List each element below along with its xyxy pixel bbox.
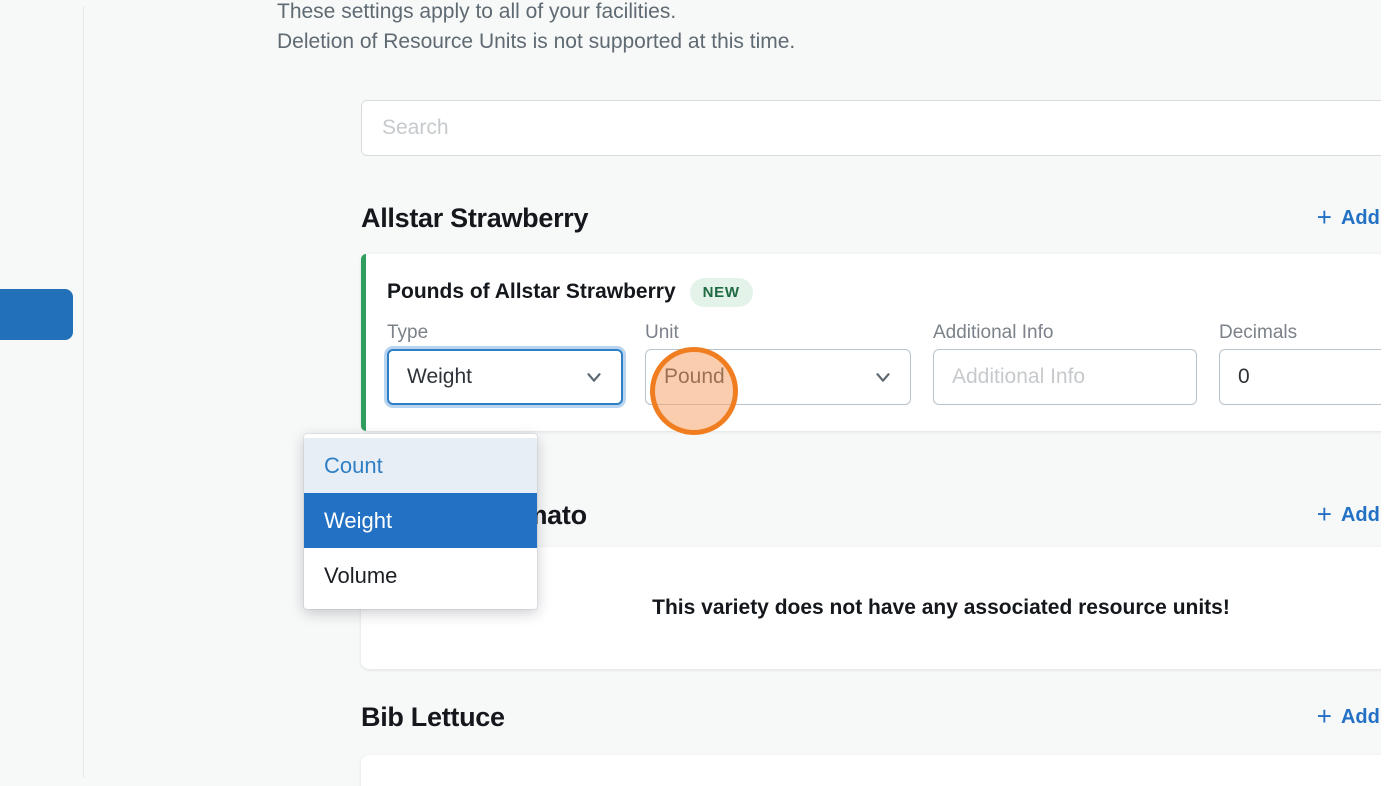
decimals-input[interactable]: 0 [1219,349,1381,405]
app-root: These settings apply to all of your faci… [0,0,1400,786]
search-field-wrapper [361,100,1381,156]
add-resource-unit-button-allstar-strawberry[interactable]: + Add Resource Unit [1316,202,1381,232]
variety-header-bib-lettuce: Bib Lettuce + Add Resource Unit [361,697,1381,737]
variety-title: Bib Lettuce [361,701,505,732]
sidebar-active-indicator[interactable] [0,289,73,340]
field-decimals: Decimals 0 [1219,322,1381,405]
dropdown-option-volume[interactable]: Volume [304,548,537,603]
add-resource-unit-button-bib-lettuce[interactable]: + Add Resource Unit [1316,701,1381,731]
sidebar-rail [0,6,84,778]
main-content: These settings apply to all of your faci… [84,0,1381,786]
intro-text: These settings apply to all of your faci… [277,0,1277,57]
variety-title: Allstar Strawberry [361,202,589,233]
type-select-value: Weight [407,365,472,388]
field-label-type: Type [387,322,429,343]
resource-unit-card-body: Pounds of Allstar Strawberry NEW Type We… [361,254,1381,431]
type-select[interactable]: Weight [387,349,623,405]
chevron-down-icon [583,366,605,388]
unit-select[interactable]: Pound [645,349,911,405]
add-resource-unit-label: Add Resource Unit [1340,206,1381,229]
field-type: Type Weight [387,322,623,405]
search-input[interactable] [361,100,1381,156]
field-label-decimals: Decimals [1219,322,1298,343]
dropdown-option-count[interactable]: Count [304,438,537,493]
intro-line-2: Deletion of Resource Units is not suppor… [277,30,796,53]
additional-info-input[interactable]: Additional Info [933,349,1197,405]
plus-icon: + [1316,701,1332,731]
additional-info-placeholder: Additional Info [952,365,1086,388]
intro-line-1: These settings apply to all of your faci… [277,0,677,23]
add-resource-unit-label: Add Resource Unit [1340,503,1381,526]
add-resource-unit-label: Add Resource Unit [1340,705,1381,728]
field-unit: Unit Pound [645,322,911,405]
add-resource-unit-button-beefsteak-tomato[interactable]: + Add Resource Unit [1316,499,1381,529]
resource-unit-form-row: Type Weight Unit Pound Additional Info A… [387,322,1381,405]
decimals-value: 0 [1238,365,1250,388]
plus-icon: + [1316,499,1332,529]
resource-unit-title: Pounds of Allstar Strawberry [387,280,676,303]
unit-select-value: Pound [664,365,725,388]
resource-unit-title-group: Pounds of Allstar Strawberry NEW [387,277,753,307]
variety-header-allstar-strawberry: Allstar Strawberry + Add Resource Unit [361,198,1381,238]
empty-state-message: This variety does not have any associate… [652,596,1230,619]
resource-unit-card: Pounds of Allstar Strawberry NEW Type We… [361,254,1381,431]
dropdown-option-weight[interactable]: Weight [304,493,537,548]
browser-viewport: These settings apply to all of your faci… [0,0,1381,786]
field-additional-info: Additional Info Additional Info [933,322,1197,405]
status-badge-new: NEW [689,277,753,307]
field-label-unit: Unit [645,322,679,343]
field-label-additional-info: Additional Info [933,322,1054,343]
chevron-down-icon [872,366,894,388]
type-select-dropdown[interactable]: Count Weight Volume [304,434,537,609]
card-bib-lettuce [361,755,1381,786]
plus-icon: + [1316,202,1332,232]
resource-unit-title-row: Pounds of Allstar Strawberry NEW [387,276,1381,308]
